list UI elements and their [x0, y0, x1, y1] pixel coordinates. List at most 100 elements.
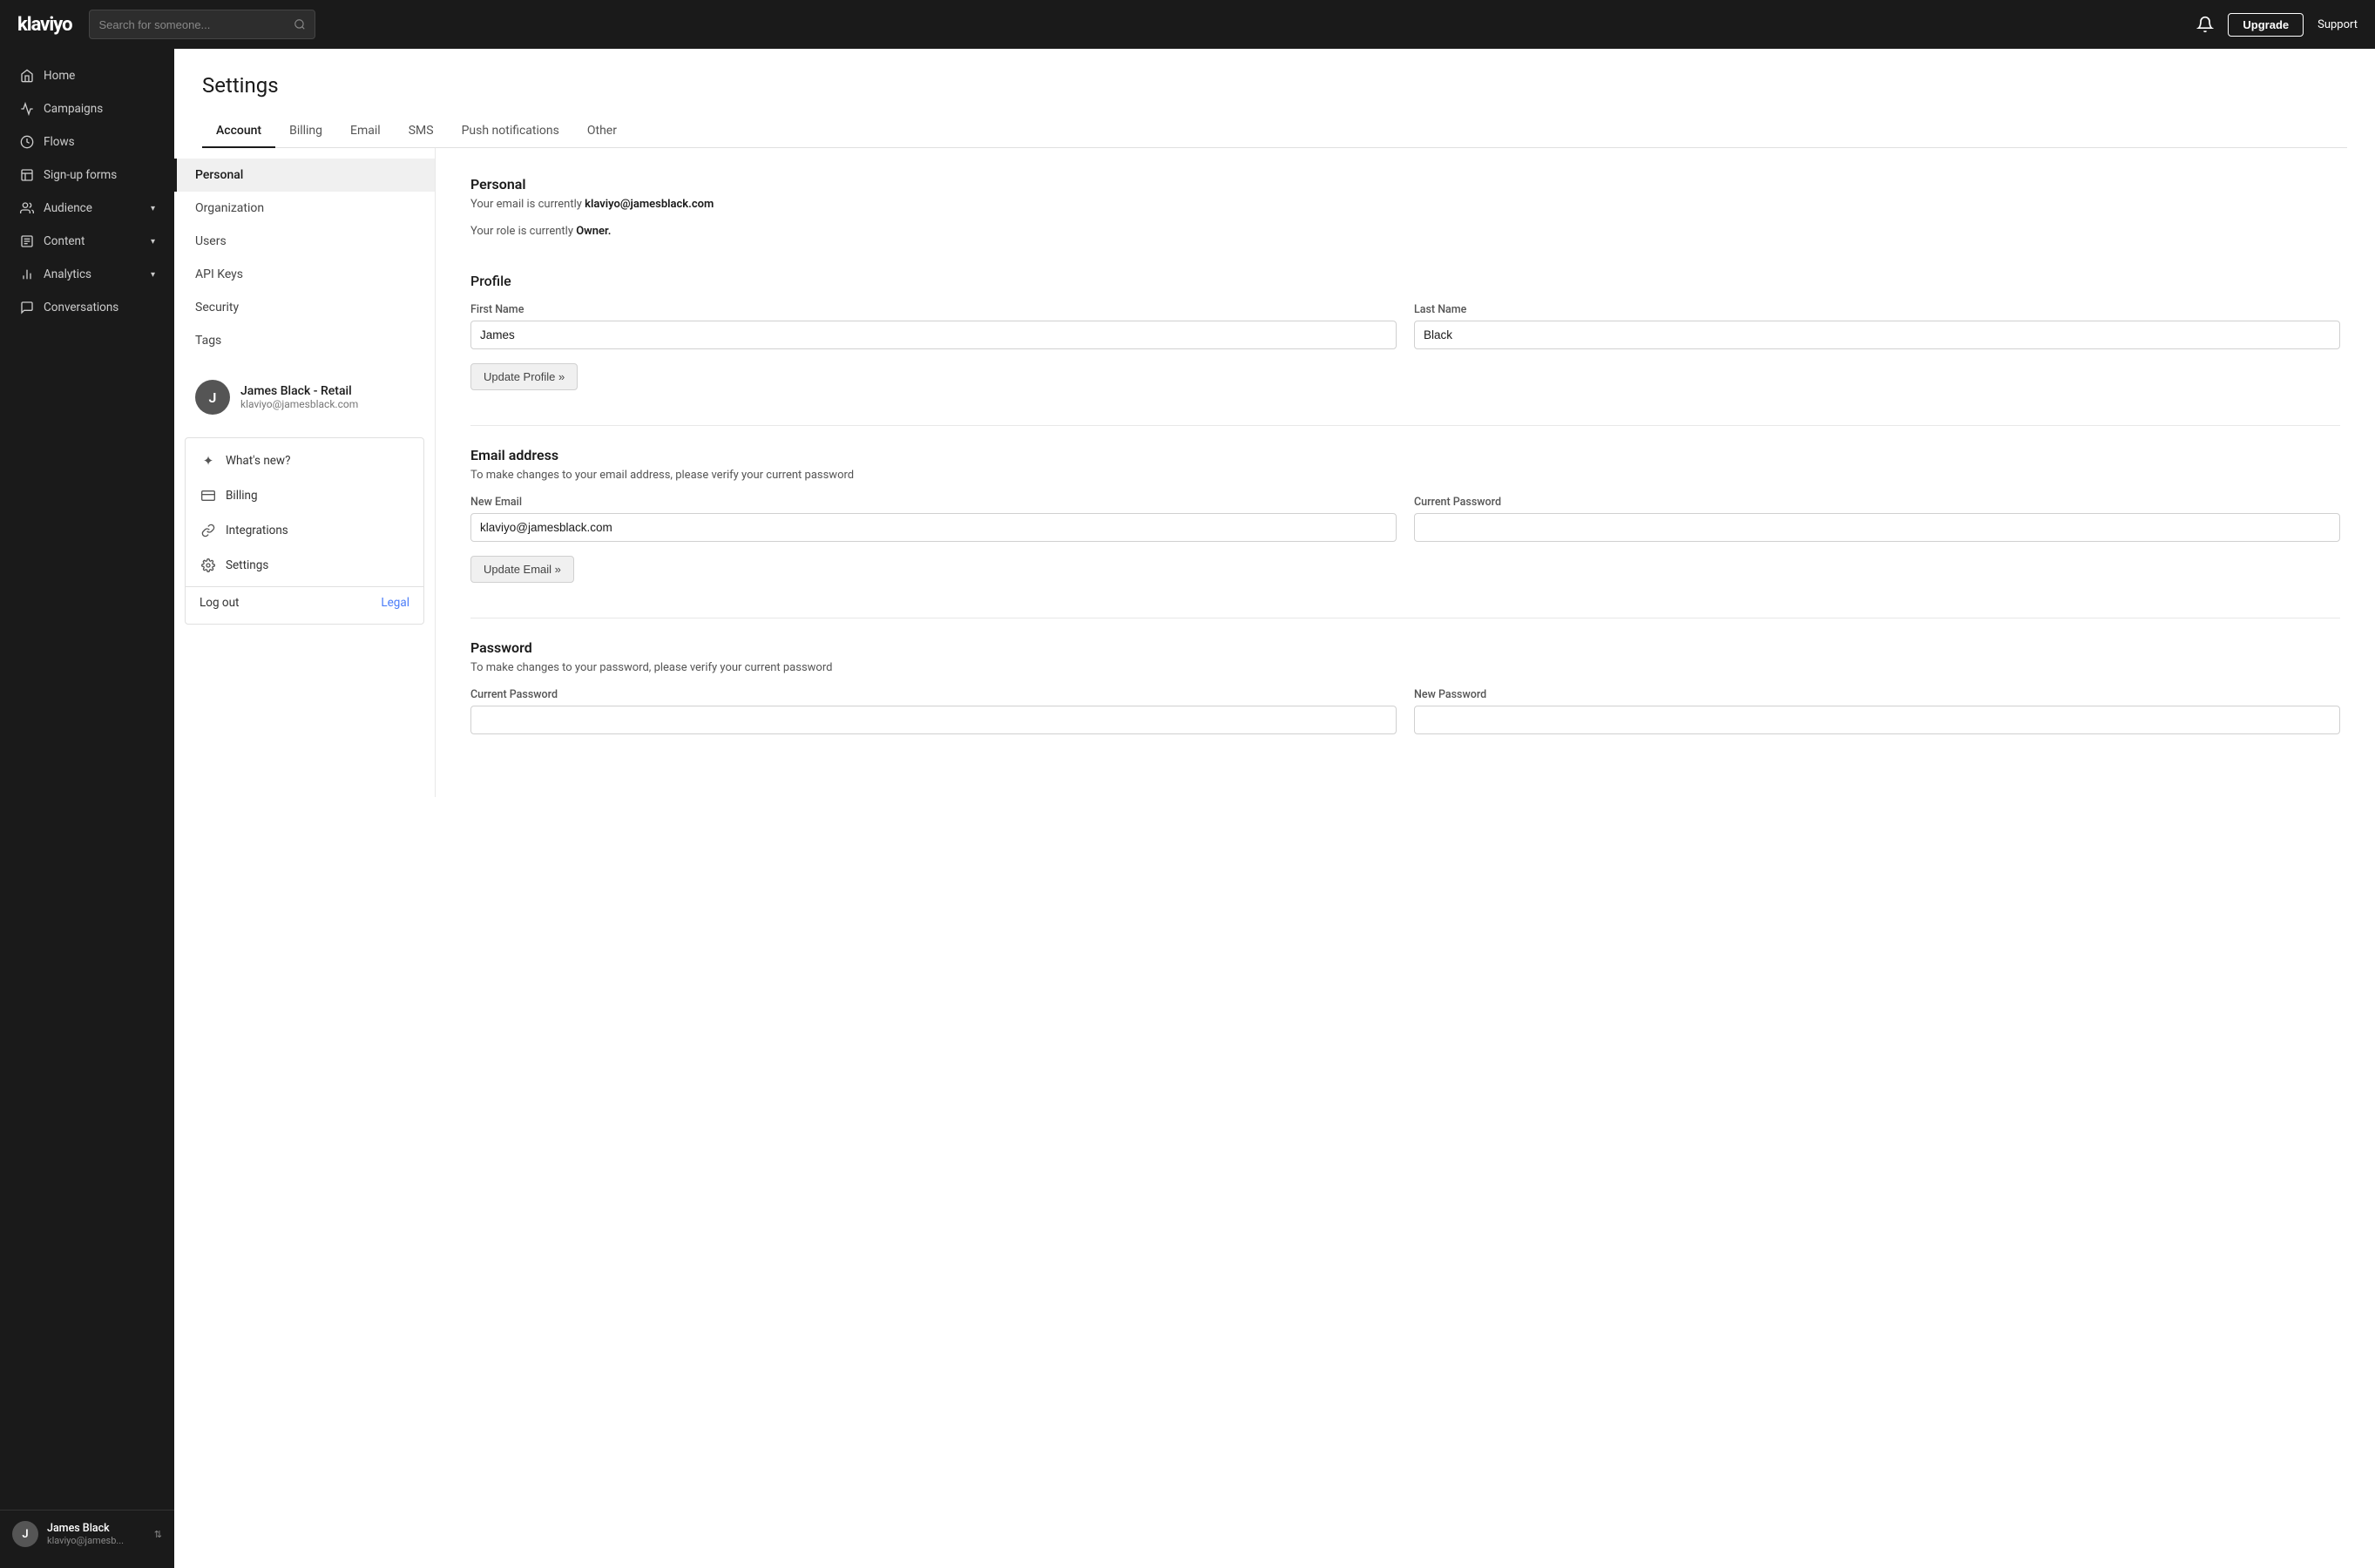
sidebar-item-audience[interactable]: Audience ▾ — [5, 193, 169, 224]
topnav-right: Upgrade Support — [2196, 13, 2358, 37]
sidebar-item-flows[interactable]: Flows — [5, 126, 169, 158]
dropdown-item-whats-new[interactable]: ✦ What's new? — [186, 443, 423, 478]
email-address-desc: To make changes to your email address, p… — [470, 469, 2340, 482]
flows-icon — [19, 134, 35, 150]
integrations-icon — [200, 522, 217, 539]
dropdown-footer: Log out Legal — [186, 586, 423, 618]
tab-billing[interactable]: Billing — [275, 115, 336, 148]
sidebar-item-analytics[interactable]: Analytics ▾ — [5, 259, 169, 290]
settings-nav-security[interactable]: Security — [174, 291, 435, 324]
sparkle-icon: ✦ — [200, 452, 217, 470]
search-icon — [294, 18, 306, 30]
search-input[interactable] — [98, 18, 294, 31]
upgrade-button[interactable]: Upgrade — [2228, 13, 2304, 37]
last-name-input[interactable] — [1414, 321, 2340, 349]
current-password-input-pw[interactable] — [470, 706, 1397, 734]
personal-section-title: Personal — [470, 176, 2340, 193]
settings-dropdown-menu: ✦ What's new? Billing Integrations — [185, 437, 424, 625]
sidebar-item-label: Campaigns — [44, 102, 103, 116]
settings-user-card[interactable]: J James Black - Retail klaviyo@jamesblac… — [174, 368, 435, 427]
sidebar-item-conversations[interactable]: Conversations — [5, 292, 169, 323]
notifications-bell[interactable] — [2196, 16, 2214, 33]
settings-nav-organization[interactable]: Organization — [174, 192, 435, 225]
new-password-input[interactable] — [1414, 706, 2340, 734]
new-email-input[interactable] — [470, 513, 1397, 542]
sidebar-item-signup-forms[interactable]: Sign-up forms — [5, 159, 169, 191]
bell-icon — [2196, 16, 2214, 33]
email-form-row: New Email Current Password — [470, 496, 2340, 542]
logout-button[interactable]: Log out — [200, 596, 239, 610]
sidebar-user-name: James Black — [47, 1522, 145, 1535]
dropdown-item-label: Settings — [226, 558, 268, 572]
email-address-title: Email address — [470, 447, 2340, 463]
sidebar-user[interactable]: J James Black klaviyo@jamesb... ⇅ — [0, 1510, 174, 1558]
settings-content: Personal Your email is currently klaviyo… — [436, 148, 2375, 797]
legal-link[interactable]: Legal — [381, 596, 409, 610]
avatar: J — [12, 1521, 38, 1547]
logo[interactable]: klaviyo — [17, 14, 71, 36]
settings-nav-users[interactable]: Users — [174, 225, 435, 258]
current-password-input-email[interactable] — [1414, 513, 2340, 542]
tab-sms[interactable]: SMS — [395, 115, 448, 148]
new-email-group: New Email — [470, 496, 1397, 542]
app-layout: Home Campaigns Flows Sign-up forms Audie… — [0, 49, 2375, 1568]
dropdown-item-billing[interactable]: Billing — [186, 478, 423, 513]
settings-body: Personal Organization Users API Keys Sec… — [174, 148, 2375, 797]
first-name-input[interactable] — [470, 321, 1397, 349]
dropdown-item-label: Billing — [226, 489, 258, 503]
dropdown-item-label: What's new? — [226, 454, 290, 468]
current-password-group: Current Password — [1414, 496, 2340, 542]
tab-other[interactable]: Other — [573, 115, 631, 148]
chevron-down-icon: ▾ — [151, 270, 155, 280]
current-password-group-pw: Current Password — [470, 688, 1397, 734]
main-content: Settings Account Billing Email SMS Push … — [174, 49, 2375, 1568]
sidebar-item-label: Content — [44, 234, 85, 248]
search-bar[interactable] — [89, 10, 315, 39]
settings-sidebar: Personal Organization Users API Keys Sec… — [174, 148, 436, 797]
user-card-avatar: J — [195, 380, 230, 415]
current-password-label-email: Current Password — [1414, 496, 2340, 509]
campaigns-icon — [19, 101, 35, 117]
settings-tabs: Account Billing Email SMS Push notificat… — [202, 115, 2347, 148]
sidebar-item-label: Conversations — [44, 301, 118, 314]
sidebar-item-content[interactable]: Content ▾ — [5, 226, 169, 257]
billing-icon — [200, 487, 217, 504]
tab-push-notifications[interactable]: Push notifications — [448, 115, 573, 148]
dropdown-item-integrations[interactable]: Integrations — [186, 513, 423, 548]
sidebar: Home Campaigns Flows Sign-up forms Audie… — [0, 49, 174, 1568]
sidebar-item-label: Sign-up forms — [44, 168, 117, 182]
settings-nav-personal[interactable]: Personal — [174, 159, 435, 192]
tab-email[interactable]: Email — [336, 115, 395, 148]
top-navigation: klaviyo Upgrade Support — [0, 0, 2375, 49]
first-name-group: First Name — [470, 303, 1397, 349]
conversations-icon — [19, 300, 35, 315]
profile-form-row: First Name Last Name — [470, 303, 2340, 349]
dropdown-item-label: Integrations — [226, 524, 288, 537]
update-email-button[interactable]: Update Email » — [470, 556, 574, 583]
sidebar-user-info: James Black klaviyo@jamesb... — [47, 1522, 145, 1546]
new-password-group: New Password — [1414, 688, 2340, 734]
settings-icon — [200, 557, 217, 574]
sidebar-item-label: Home — [44, 69, 75, 83]
sidebar-item-label: Analytics — [44, 267, 91, 281]
email-address-section: Email address To make changes to your em… — [470, 447, 2340, 583]
sidebar-item-home[interactable]: Home — [5, 60, 169, 91]
user-card-info: James Black - Retail klaviyo@jamesblack.… — [240, 384, 358, 410]
settings-nav-tags[interactable]: Tags — [174, 324, 435, 357]
tab-account[interactable]: Account — [202, 115, 275, 148]
last-name-label: Last Name — [1414, 303, 2340, 316]
sidebar-item-campaigns[interactable]: Campaigns — [5, 93, 169, 125]
profile-section-title: Profile — [470, 273, 2340, 289]
password-section-title: Password — [470, 639, 2340, 656]
sidebar-item-label: Flows — [44, 135, 75, 149]
new-password-label: New Password — [1414, 688, 2340, 701]
sidebar-user-email: klaviyo@jamesb... — [47, 1535, 145, 1546]
last-name-group: Last Name — [1414, 303, 2340, 349]
password-form-row: Current Password New Password — [470, 688, 2340, 734]
support-link[interactable]: Support — [2317, 18, 2358, 31]
settings-nav-api-keys[interactable]: API Keys — [174, 258, 435, 291]
update-profile-button[interactable]: Update Profile » — [470, 363, 578, 390]
section-divider — [470, 425, 2340, 426]
dropdown-item-settings[interactable]: Settings — [186, 548, 423, 583]
password-section-desc: To make changes to your password, please… — [470, 661, 2340, 674]
